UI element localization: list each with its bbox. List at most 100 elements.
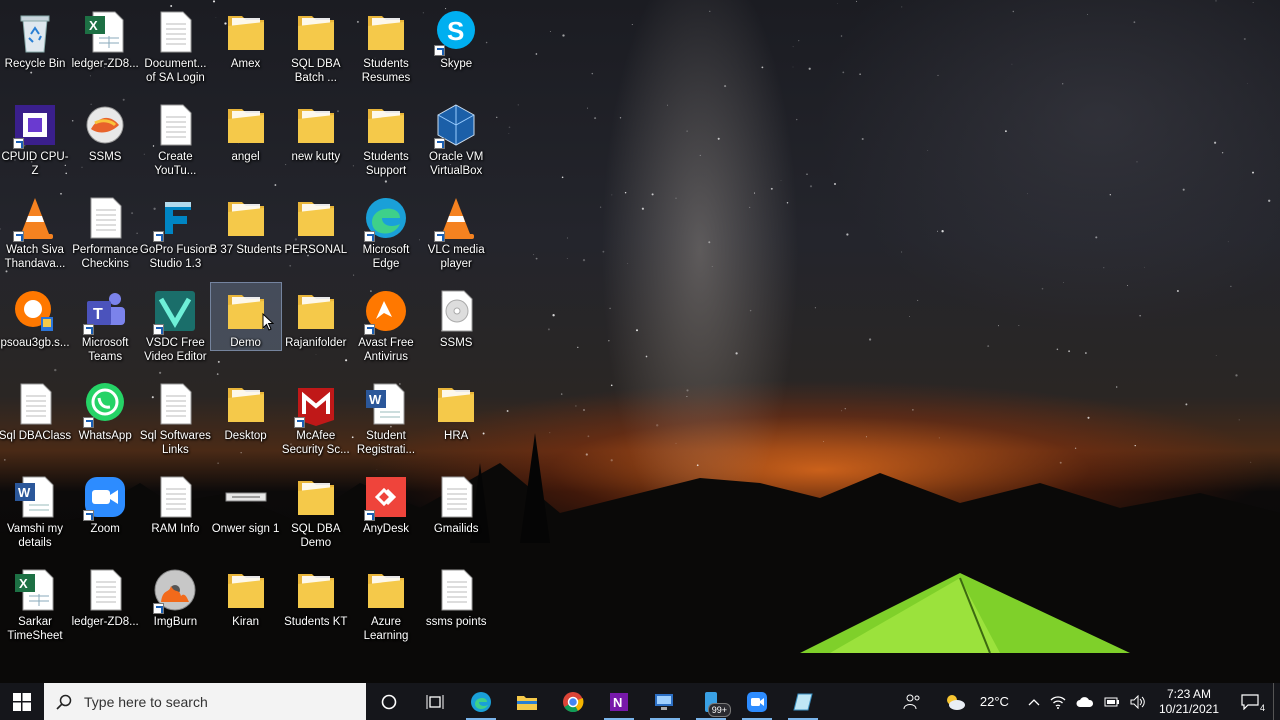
disc-file-icon (432, 287, 480, 335)
desktop-icon[interactable]: Avast Free Antivirus (351, 283, 421, 364)
chrome-icon (563, 691, 584, 712)
desktop-icon[interactable]: CPUID CPU-Z (0, 97, 70, 178)
task-view-button[interactable] (412, 683, 458, 720)
taskbar: Type here to search N 99+ 22°C 7:23 AM 1… (0, 683, 1280, 720)
desktop-icon[interactable]: new kutty (281, 97, 351, 164)
desktop-icon-label: Oracle VM VirtualBox (429, 151, 484, 177)
desktop-icon[interactable]: Students KT (281, 562, 351, 629)
svg-text:S: S (447, 16, 464, 46)
taskbar-edge[interactable] (458, 683, 504, 720)
desktop-icon[interactable]: VLC media player (421, 190, 491, 271)
desktop-icon[interactable]: T Microsoft Teams (70, 283, 140, 364)
desktop-icon[interactable]: VSDC Free Video Editor (140, 283, 210, 364)
taskbar-onenote[interactable]: N (596, 683, 642, 720)
svg-text:W: W (369, 392, 382, 407)
desktop-icon[interactable]: psoau3gb.s... (0, 283, 70, 350)
desktop-icon-label: Watch Siva Thandava... (4, 244, 66, 270)
desktop-icon[interactable]: Desktop (211, 376, 281, 443)
desktop-icon-label: PERSONAL (284, 244, 348, 256)
taskbar-chrome[interactable] (550, 683, 596, 720)
clock[interactable]: 7:23 AM 10/21/2021 (1151, 687, 1227, 717)
svg-text:W: W (18, 485, 31, 500)
desktop-icon[interactable]: Xledger-ZD8... (70, 4, 140, 71)
desktop-icon-label: Recycle Bin (4, 58, 66, 70)
desktop-icon[interactable]: Gmailids (421, 469, 491, 536)
taskbar-zoom[interactable] (734, 683, 780, 720)
desktop-icon[interactable]: Students Support (351, 97, 421, 178)
desktop-icon[interactable]: X Sarkar TimeSheet (0, 562, 70, 643)
desktop-icon[interactable]: Microsoft Edge (351, 190, 421, 271)
desktop-icon[interactable]: HRA (421, 376, 491, 443)
shortcut-arrow-icon (364, 510, 375, 521)
desktop-icon[interactable]: SQL DBA Batch ... (281, 4, 351, 85)
taskbar-phone-app[interactable]: 99+ (688, 683, 734, 720)
desktop-icon-label: Sql Softwares Links (139, 430, 211, 456)
show-desktop-button[interactable] (1273, 683, 1280, 720)
desktop-icon-label: Student Registrati... (356, 430, 416, 456)
desktop-icon[interactable]: ssms points (421, 562, 491, 629)
desktop-icon[interactable]: W Student Registrati... (351, 376, 421, 457)
desktop-icon[interactable]: WhatsApp (70, 376, 140, 443)
desktop-icon[interactable]: Zoom (70, 469, 140, 536)
network-button[interactable] (1045, 683, 1071, 720)
mcafee-icon (292, 380, 340, 428)
desktop-icon[interactable]: W Vamshi my details (0, 469, 70, 550)
desktop-icon[interactable]: Sql DBAClass (0, 376, 71, 443)
desktop-icon[interactable]: GoPro Fusion Studio 1.3 (140, 190, 211, 271)
start-button[interactable] (0, 683, 44, 720)
onedrive-button[interactable] (1071, 683, 1099, 720)
taskbar-file-explorer[interactable] (504, 683, 550, 720)
taskbar-notepad[interactable] (780, 683, 826, 720)
desktop-icon[interactable]: AnyDesk (351, 469, 421, 536)
desktop-icon-label: Microsoft Edge (362, 244, 410, 270)
action-center-button[interactable]: 4 (1227, 683, 1273, 720)
notepad-icon (793, 693, 813, 710)
desktop-icon[interactable]: PERSONAL (281, 190, 351, 257)
desktop-icon[interactable]: Azure Learning (351, 562, 421, 643)
people-button[interactable] (889, 683, 935, 720)
desktop-icon-label: AnyDesk (362, 523, 410, 535)
desktop-icon[interactable]: ledger-ZD8... (70, 562, 140, 629)
shortcut-arrow-icon (293, 417, 305, 428)
folder-icon (362, 566, 410, 614)
avast-setup-icon (11, 287, 59, 335)
desktop-icon[interactable]: SSMS (70, 97, 140, 164)
show-hidden-icons-button[interactable] (1023, 683, 1045, 720)
taskbar-search-box[interactable]: Type here to search (44, 683, 366, 720)
cortana-button[interactable] (366, 683, 412, 720)
wifi-icon (1050, 695, 1066, 709)
desktop-icon[interactable]: S Skype (421, 4, 491, 71)
taskbar-remote-desktop[interactable] (642, 683, 688, 720)
desktop-icon[interactable]: Students Resumes (351, 4, 421, 85)
battery-button[interactable] (1099, 683, 1125, 720)
desktop-icon[interactable]: SQL DBA Demo (281, 469, 351, 550)
cortana-icon (381, 694, 397, 709)
desktop-icon-label: Kiran (232, 616, 260, 628)
desktop-icon-label: Amex (230, 58, 261, 70)
desktop-icon[interactable]: Performance Checkins (70, 190, 140, 271)
avast-icon (362, 287, 410, 335)
folder-icon (222, 194, 270, 242)
desktop-icon[interactable]: Oracle VM VirtualBox (421, 97, 491, 178)
desktop-icon[interactable]: SSMS (421, 283, 491, 350)
volume-button[interactable] (1125, 683, 1151, 720)
weather-temperature[interactable]: 22°C (975, 683, 1023, 720)
desktop-icon[interactable]: Create YouTu... (140, 97, 210, 178)
desktop-icon[interactable]: McAfee Security Sc... (281, 376, 351, 457)
folder-icon (222, 380, 270, 428)
desktop-icon[interactable]: angel (211, 97, 281, 164)
desktop-icon[interactable]: Onwer sign 1 (211, 469, 281, 536)
desktop-icon[interactable]: B 37 Students (209, 190, 282, 257)
desktop-icon[interactable]: Document... of SA Login (140, 4, 210, 85)
desktop-icon[interactable]: Sql Softwares Links (139, 376, 211, 457)
desktop-icon[interactable]: Amex (211, 4, 281, 71)
desktop-icon[interactable]: Rajanifolder (281, 283, 351, 350)
desktop-icon[interactable]: RAM Info (140, 469, 210, 536)
shortcut-arrow-icon (83, 417, 95, 428)
shortcut-arrow-icon (153, 603, 165, 614)
desktop-icon[interactable]: Recycle Bin (0, 4, 70, 71)
weather-widget[interactable] (935, 683, 975, 720)
desktop-icon[interactable]: Kiran (211, 562, 281, 629)
desktop-icon[interactable]: ImgBurn (140, 562, 210, 629)
desktop-icon[interactable]: Watch Siva Thandava... (0, 190, 70, 271)
